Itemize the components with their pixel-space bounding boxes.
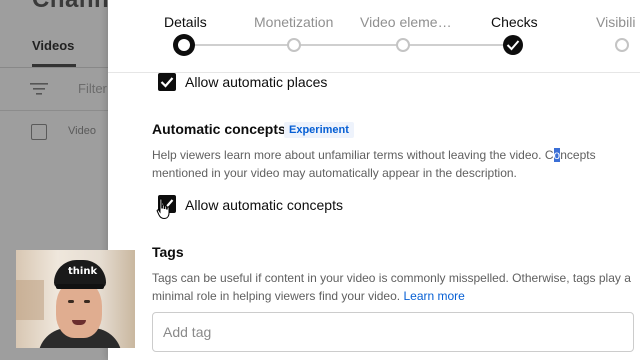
- cap-logo-text: think: [68, 266, 98, 277]
- step-checks-node[interactable]: [503, 35, 523, 55]
- tags-help-text: Tags can be useful if content in your vi…: [152, 269, 640, 305]
- stepper-line: [192, 44, 512, 46]
- dialog-content: Allow automatic places Automatic concept…: [108, 72, 640, 360]
- step-visibility-node[interactable]: [615, 38, 629, 52]
- allow-concepts-label: Allow automatic concepts: [185, 197, 343, 213]
- add-tag-field[interactable]: [152, 312, 634, 352]
- webcam-shelf-shadow: [16, 280, 44, 320]
- learn-more-link[interactable]: Learn more: [403, 289, 464, 303]
- experiment-badge: Experiment: [284, 122, 354, 138]
- step-monetization-node[interactable]: [287, 38, 301, 52]
- tags-help-line2: minimal role in helping viewers find you…: [152, 289, 401, 303]
- video-details-dialog: Details Monetization Video eleme… Checks…: [108, 0, 640, 360]
- step-visibility-label[interactable]: Visibili: [596, 14, 635, 30]
- concepts-help-text: Help viewers learn more about unfamiliar…: [152, 146, 640, 182]
- checkmark-icon: [506, 40, 520, 51]
- tags-help-line1: Tags can be useful if content in your vi…: [152, 271, 631, 285]
- presenter-cap-brim: [56, 284, 104, 289]
- concepts-help-part1: Help viewers learn more about unfamiliar…: [152, 148, 554, 162]
- step-details-node[interactable]: [173, 34, 195, 56]
- tab-videos[interactable]: Videos: [32, 38, 74, 53]
- webcam-overlay: think: [16, 250, 135, 348]
- select-all-checkbox[interactable]: [31, 124, 47, 140]
- concepts-title: Automatic concepts: [152, 121, 286, 137]
- filter-icon[interactable]: [30, 82, 48, 96]
- allow-places-checkbox[interactable]: [158, 73, 176, 91]
- presenter-eye: [84, 300, 90, 303]
- step-video-elements-node[interactable]: [396, 38, 410, 52]
- filter-input[interactable]: Filter: [78, 81, 107, 96]
- concepts-help-part2: ncepts: [560, 148, 596, 162]
- divider: [0, 110, 108, 111]
- step-checks-label[interactable]: Checks: [491, 14, 538, 30]
- allow-places-label: Allow automatic places: [185, 74, 328, 90]
- column-header-video: Video: [68, 125, 96, 137]
- step-video-elements-label[interactable]: Video eleme…: [360, 14, 452, 30]
- step-monetization-label[interactable]: Monetization: [254, 14, 333, 30]
- add-tag-input[interactable]: [153, 313, 633, 351]
- divider: [0, 67, 108, 68]
- stepper: Details Monetization Video eleme… Checks…: [108, 0, 640, 73]
- tags-title: Tags: [152, 244, 184, 260]
- presenter-eye: [68, 300, 74, 303]
- hand-cursor-icon: [156, 198, 172, 225]
- concepts-help-line2: mentioned in your video may automaticall…: [152, 166, 517, 180]
- step-details-label[interactable]: Details: [164, 14, 207, 30]
- checkmark-icon: [160, 77, 174, 88]
